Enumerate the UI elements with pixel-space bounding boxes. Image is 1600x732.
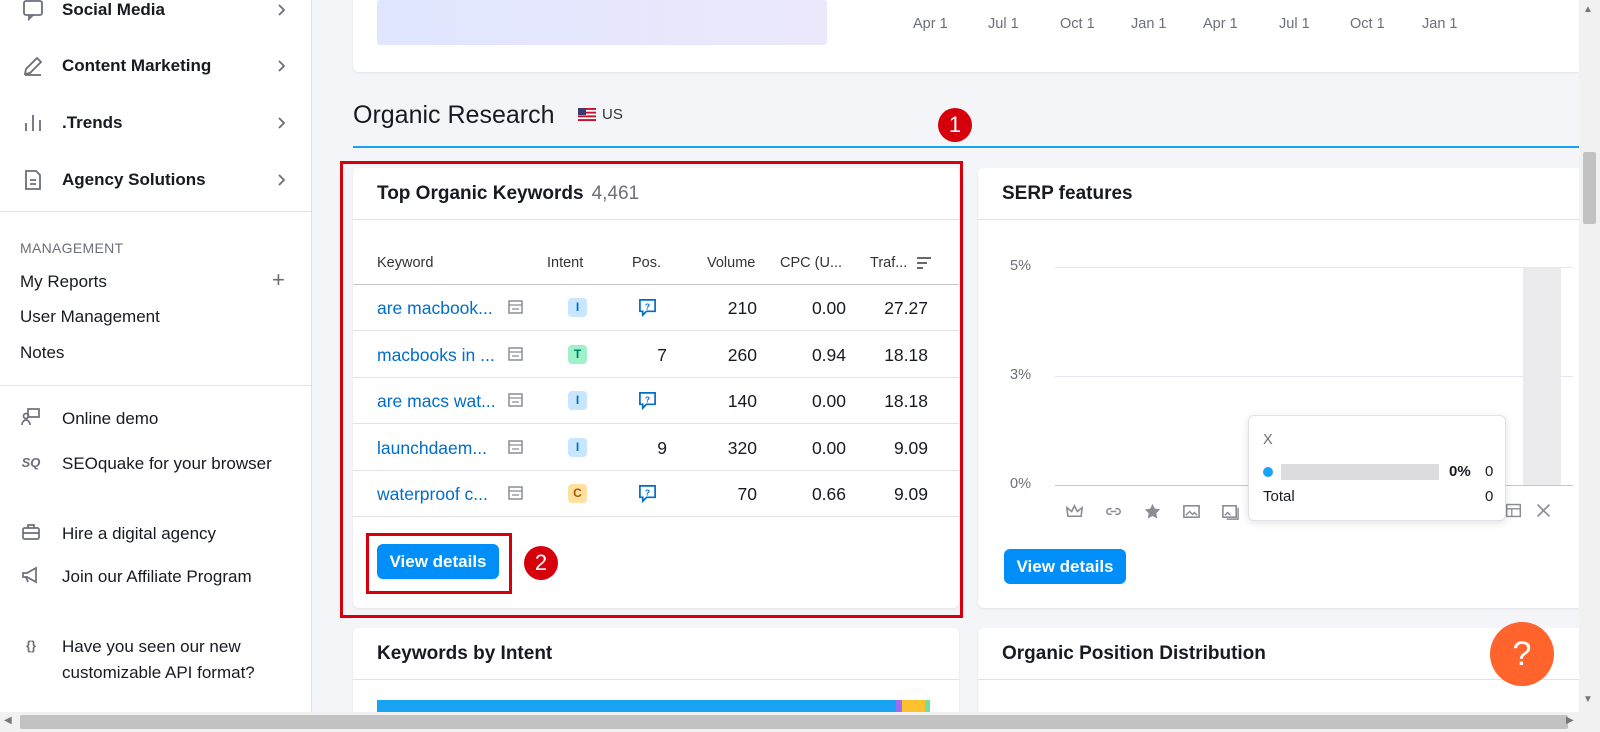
tooltip-percent: 0% bbox=[1449, 463, 1471, 480]
affiliate-label: Join our Affiliate Program bbox=[62, 567, 252, 586]
chevron-right-icon bbox=[278, 4, 286, 16]
sidebar: Social Media Content Marketing .Trends A… bbox=[0, 0, 312, 712]
timeline-tick: Jul 1 bbox=[1279, 16, 1310, 32]
notes-link[interactable]: Notes bbox=[20, 343, 64, 363]
nav-label: Social Media bbox=[62, 0, 165, 19]
add-report-icon[interactable]: + bbox=[272, 269, 285, 291]
braces-icon: {} bbox=[25, 637, 37, 653]
section-underline bbox=[353, 146, 1579, 148]
star-icon[interactable] bbox=[1143, 502, 1162, 521]
divider bbox=[0, 385, 312, 386]
annotation-badge-2: 2 bbox=[524, 546, 558, 580]
timeline-tick: Apr 1 bbox=[913, 16, 948, 32]
main-content: Apr 1 Jul 1 Oct 1 Jan 1 Apr 1 Jul 1 Oct … bbox=[313, 0, 1579, 712]
gridline bbox=[1055, 267, 1573, 268]
serp-icons-row bbox=[1065, 502, 1240, 521]
intent-bar-commercial[interactable] bbox=[902, 700, 925, 712]
seoquake-icon: SQ bbox=[21, 454, 41, 470]
timeline-tick: Oct 1 bbox=[1060, 16, 1095, 32]
section-title: Organic Research bbox=[353, 101, 555, 129]
tooltip-dot bbox=[1263, 467, 1273, 477]
y-tick: 5% bbox=[1010, 258, 1031, 274]
timeline-tick: Oct 1 bbox=[1350, 16, 1385, 32]
api-format-label: Have you seen our new customizable API f… bbox=[62, 637, 255, 682]
us-flag-icon bbox=[578, 108, 596, 121]
timeline-tick: Jan 1 bbox=[1422, 16, 1458, 32]
briefcase-icon bbox=[20, 521, 42, 543]
nav-trends[interactable]: .Trends bbox=[0, 103, 312, 143]
management-heading: MANAGEMENT bbox=[20, 240, 124, 256]
tooltip-title: X bbox=[1263, 432, 1273, 448]
preview-image bbox=[377, 0, 827, 45]
y-tick: 3% bbox=[1010, 367, 1031, 383]
seoquake-label: SEOquake for your browser bbox=[62, 454, 272, 473]
nav-agency-solutions[interactable]: Agency Solutions bbox=[0, 160, 312, 200]
intent-bar bbox=[377, 700, 935, 712]
keywords-by-intent-card: Keywords by Intent bbox=[353, 628, 959, 712]
card-title: Organic Position Distribution bbox=[1002, 643, 1266, 664]
help-label: ? bbox=[1512, 634, 1532, 673]
x-twitter-icon[interactable] bbox=[1535, 502, 1552, 519]
tooltip-bar bbox=[1281, 464, 1439, 480]
nav-label: .Trends bbox=[62, 113, 123, 132]
help-button[interactable]: ? bbox=[1490, 622, 1554, 686]
chat-bubble-icon bbox=[20, 0, 46, 23]
megaphone-icon bbox=[20, 564, 42, 586]
image-icon[interactable] bbox=[1182, 502, 1201, 521]
image-pack-icon[interactable] bbox=[1221, 502, 1240, 521]
card-title: Keywords by Intent bbox=[377, 643, 553, 664]
online-demo-label: Online demo bbox=[62, 409, 159, 428]
divider bbox=[978, 679, 1579, 680]
intent-bar-transactional[interactable] bbox=[925, 700, 930, 712]
link-icon[interactable] bbox=[1104, 502, 1123, 521]
intent-bar-informational[interactable] bbox=[377, 700, 896, 712]
position-distribution-card: Organic Position Distribution bbox=[978, 628, 1579, 712]
chevron-right-icon bbox=[278, 60, 286, 72]
country-code: US bbox=[602, 106, 623, 123]
country-selector[interactable]: US bbox=[578, 106, 623, 123]
chart-tooltip: X 0% 0 Total 0 bbox=[1248, 415, 1506, 521]
tooltip-total-label: Total bbox=[1263, 488, 1295, 505]
bar-chart-icon bbox=[20, 110, 46, 136]
chevron-right-icon bbox=[278, 174, 286, 186]
nav-label: Content Marketing bbox=[62, 56, 212, 75]
my-reports-link[interactable]: My Reports bbox=[20, 272, 107, 292]
vertical-scrollbar[interactable]: ▲ ▼ bbox=[1579, 0, 1600, 712]
user-management-link[interactable]: User Management bbox=[20, 307, 160, 327]
y-tick: 0% bbox=[1010, 476, 1031, 492]
document-icon bbox=[20, 167, 46, 193]
hover-column bbox=[1523, 267, 1561, 485]
scroll-right-icon[interactable]: ▶ bbox=[1566, 715, 1574, 726]
scroll-up-icon[interactable]: ▲ bbox=[1583, 4, 1593, 15]
vertical-scroll-thumb[interactable] bbox=[1583, 152, 1596, 224]
annotation-box-button bbox=[366, 533, 512, 594]
horizontal-scroll-thumb[interactable] bbox=[20, 715, 1568, 729]
scroll-down-icon[interactable]: ▼ bbox=[1583, 694, 1593, 705]
divider bbox=[978, 219, 1579, 220]
timeline-tick: Jan 1 bbox=[1131, 16, 1167, 32]
timeline-tick: Apr 1 bbox=[1203, 16, 1238, 32]
tooltip-total-value: 0 bbox=[1485, 488, 1494, 505]
table-icon[interactable] bbox=[1505, 502, 1522, 519]
chevron-right-icon bbox=[278, 117, 286, 129]
gridline bbox=[1055, 376, 1573, 377]
horizontal-scrollbar[interactable]: ◀ ▶ bbox=[0, 712, 1600, 732]
nav-label: Agency Solutions bbox=[62, 170, 206, 189]
timeline-tick: Jul 1 bbox=[988, 16, 1019, 32]
annotation-badge-1: 1 bbox=[938, 108, 972, 142]
divider bbox=[0, 211, 312, 212]
crown-icon[interactable] bbox=[1065, 502, 1084, 521]
pencil-icon bbox=[20, 53, 46, 79]
tooltip-value: 0 bbox=[1485, 463, 1494, 480]
scroll-left-icon[interactable]: ◀ bbox=[4, 715, 12, 726]
hire-agency-label: Hire a digital agency bbox=[62, 524, 217, 543]
nav-social-media[interactable]: Social Media bbox=[0, 0, 312, 30]
serp-features-card: SERP features bbox=[978, 168, 1579, 608]
nav-content-marketing[interactable]: Content Marketing bbox=[0, 46, 312, 86]
divider bbox=[353, 679, 959, 680]
presenter-icon bbox=[20, 406, 42, 428]
card-title: SERP features bbox=[1002, 183, 1133, 204]
serp-view-details-button[interactable]: View details bbox=[1004, 549, 1126, 584]
overview-card: Apr 1 Jul 1 Oct 1 Jan 1 Apr 1 Jul 1 Oct … bbox=[353, 0, 1579, 72]
